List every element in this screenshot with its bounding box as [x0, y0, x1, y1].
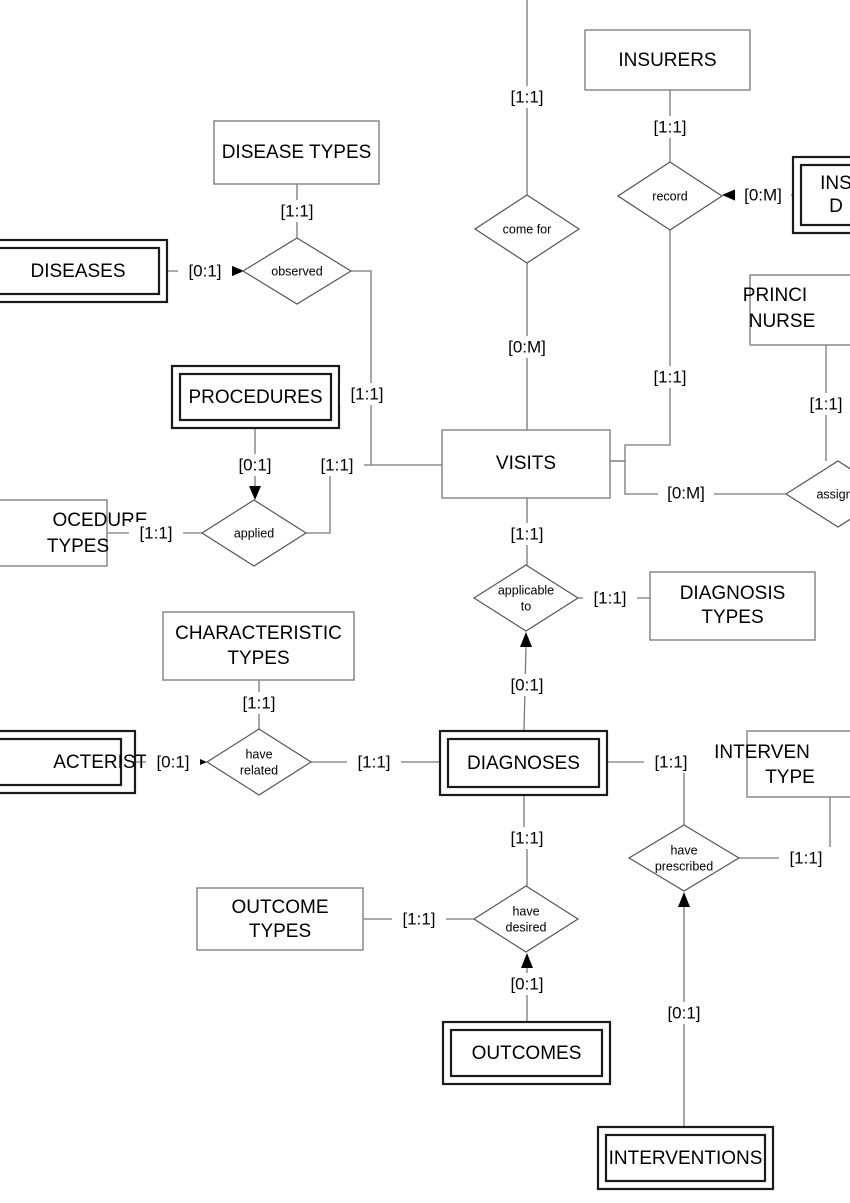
- cardinality-record-insurancedata: [0:M]: [744, 185, 782, 204]
- entity-insurance-data-label-line2: D: [829, 196, 843, 217]
- cardinality-outcometypes-havedesired: [1:1]: [402, 909, 435, 928]
- entity-outcomes-label: OUTCOMES: [472, 1043, 582, 1064]
- arrowhead-interventions-haveprescribed: [678, 892, 690, 907]
- entity-diagnoses-label: DIAGNOSES: [467, 753, 580, 774]
- entity-characteristic-types-label-line2: TYPES: [227, 648, 289, 669]
- cardinality-characteristics-haverelated: [0:1]: [156, 752, 189, 771]
- cardinality-insurers-record: [1:1]: [653, 117, 686, 136]
- entity-insurers-label: INSURERS: [618, 50, 716, 71]
- entity-disease-types-label: DISEASE TYPES: [222, 142, 372, 163]
- relationship-have-desired-label-line2: desired: [506, 920, 547, 934]
- relationship-come-for[interactable]: come for: [473, 194, 581, 264]
- arrowhead-diagnoses-applicable: [520, 632, 532, 647]
- relationship-observed[interactable]: observed: [241, 237, 353, 305]
- entity-characteristic-types-label-line1: CHARACTERISTIC: [175, 623, 342, 644]
- entity-outcome-types-label-line1: OUTCOME: [231, 897, 328, 918]
- arrowhead-outcomes-havedesired: [521, 953, 533, 968]
- entity-interventions-label: INTERVENTIONS: [609, 1148, 763, 1169]
- relationship-assigned[interactable]: assigne: [784, 460, 850, 528]
- cardinality-applied-visits: [1:1]: [320, 455, 353, 474]
- relationship-have-related-label-line2: related: [240, 763, 278, 777]
- relationship-have-prescribed-label-line2: prescribed: [655, 859, 713, 873]
- entity-procedure-types-label-line2: TYPES: [47, 536, 109, 557]
- entity-principal-nurses[interactable]: PRINCI NURSE: [743, 274, 850, 346]
- entity-outcomes[interactable]: OUTCOMES: [441, 1020, 612, 1086]
- cardinality-principalnurses-assigned: [1:1]: [809, 394, 842, 413]
- entity-principal-nurses-label-line1: PRINCI: [743, 285, 807, 306]
- relationship-have-prescribed[interactable]: have prescribed: [627, 824, 741, 892]
- cardinality-diagnoses-havedesired: [1:1]: [510, 828, 543, 847]
- entity-insurers[interactable]: INSURERS: [584, 29, 751, 91]
- cardinality-comefor-visits: [0:M]: [508, 337, 546, 356]
- entity-intervention-types[interactable]: INTERVEN TYPE: [714, 730, 850, 798]
- cardinality-interventions-prescribed: [0:1]: [667, 1003, 700, 1022]
- link-record-visits: [610, 230, 671, 462]
- arrowhead-insurancedata-record: [722, 189, 736, 201]
- cardinality-outcomes-havedesired: [0:1]: [510, 974, 543, 993]
- relationship-applicable-to-label-line1: applicable: [498, 583, 554, 597]
- entity-procedures-label: PROCEDURES: [188, 387, 322, 408]
- relationship-have-related-label-line1: have: [245, 747, 272, 761]
- entity-characteristic-types[interactable]: CHARACTERISTIC TYPES: [162, 611, 355, 681]
- entity-diagnoses[interactable]: DIAGNOSES: [438, 729, 609, 797]
- cardinality-diagnoses-haveprescribed: [1:1]: [654, 752, 687, 771]
- entity-disease-types[interactable]: DISEASE TYPES: [213, 120, 380, 185]
- cardinality-proceduretypes-applied: [1:1]: [139, 523, 172, 542]
- cardinality-record-visits: [1:1]: [653, 367, 686, 386]
- entity-diseases[interactable]: DISEASES: [0, 238, 169, 304]
- relationship-record[interactable]: record: [616, 161, 724, 231]
- er-diagram-canvas: INSURERS DISEASE TYPES INS D DISEASES PR…: [0, 0, 850, 1203]
- entity-visits-label: VISITS: [496, 453, 556, 474]
- cardinality-procedures-applied: [0:1]: [238, 455, 271, 474]
- cardinality-diagnoses-applicable: [0:1]: [510, 675, 543, 694]
- relationship-applicable-to[interactable]: applicable to: [472, 564, 580, 632]
- relationship-assigned-label: assigne: [816, 487, 850, 501]
- relationship-applied[interactable]: applied: [200, 499, 308, 567]
- relationship-have-desired[interactable]: have desired: [472, 885, 580, 953]
- entity-insurance-data-label-line1: INS: [820, 173, 850, 194]
- relationship-have-desired-label-line1: have: [512, 904, 539, 918]
- relationship-applicable-to-label-line2: to: [521, 599, 531, 613]
- relationship-applied-label: applied: [234, 526, 274, 540]
- entity-interventions[interactable]: INTERVENTIONS: [596, 1125, 775, 1191]
- relationship-have-related[interactable]: have related: [205, 728, 313, 796]
- cardinality-chartypes-haverelated: [1:1]: [242, 693, 275, 712]
- link-observed-visits: [351, 270, 442, 466]
- cardinality-diseases-observed: [0:1]: [188, 261, 221, 280]
- entity-diseases-label: DISEASES: [30, 261, 125, 282]
- cardinality-diseasetypes-observed: [1:1]: [280, 201, 313, 220]
- entity-procedures[interactable]: PROCEDURES: [170, 364, 341, 430]
- entity-principal-nurses-label-line2: NURSE: [749, 311, 816, 332]
- entity-intervention-types-label-line2: TYPE: [765, 767, 815, 788]
- cardinality-visits-assigned: [0:M]: [667, 483, 705, 502]
- relationship-have-prescribed-label-line1: have: [670, 843, 697, 857]
- entity-insurance-data[interactable]: INS D: [791, 155, 850, 235]
- cardinality-visits-comefor: [1:1]: [510, 87, 543, 106]
- entity-diagnosis-types-label-line2: TYPES: [701, 607, 763, 628]
- cardinality-applicable-diagnosistypes: [1:1]: [593, 588, 626, 607]
- cardinality-haverelated-diagnoses: [1:1]: [357, 752, 390, 771]
- relationship-come-for-label: come for: [503, 222, 552, 236]
- relationship-record-label: record: [652, 189, 687, 203]
- cardinality-haveprescribed-inttypes: [1:1]: [789, 848, 822, 867]
- entity-outcome-types-label-line2: TYPES: [249, 921, 311, 942]
- entity-visits[interactable]: VISITS: [441, 429, 611, 499]
- cardinality-visits-applicable: [1:1]: [510, 524, 543, 543]
- entity-diagnosis-types-label-line1: DIAGNOSIS: [680, 583, 786, 604]
- arrowhead-procedures-applied: [249, 486, 261, 500]
- cardinality-observed-visits: [1:1]: [350, 384, 383, 403]
- entity-outcome-types[interactable]: OUTCOME TYPES: [196, 887, 364, 951]
- entity-intervention-types-label-line1: INTERVEN: [714, 742, 810, 763]
- entity-diagnosis-types[interactable]: DIAGNOSIS TYPES: [649, 571, 816, 641]
- relationship-observed-label: observed: [271, 264, 322, 278]
